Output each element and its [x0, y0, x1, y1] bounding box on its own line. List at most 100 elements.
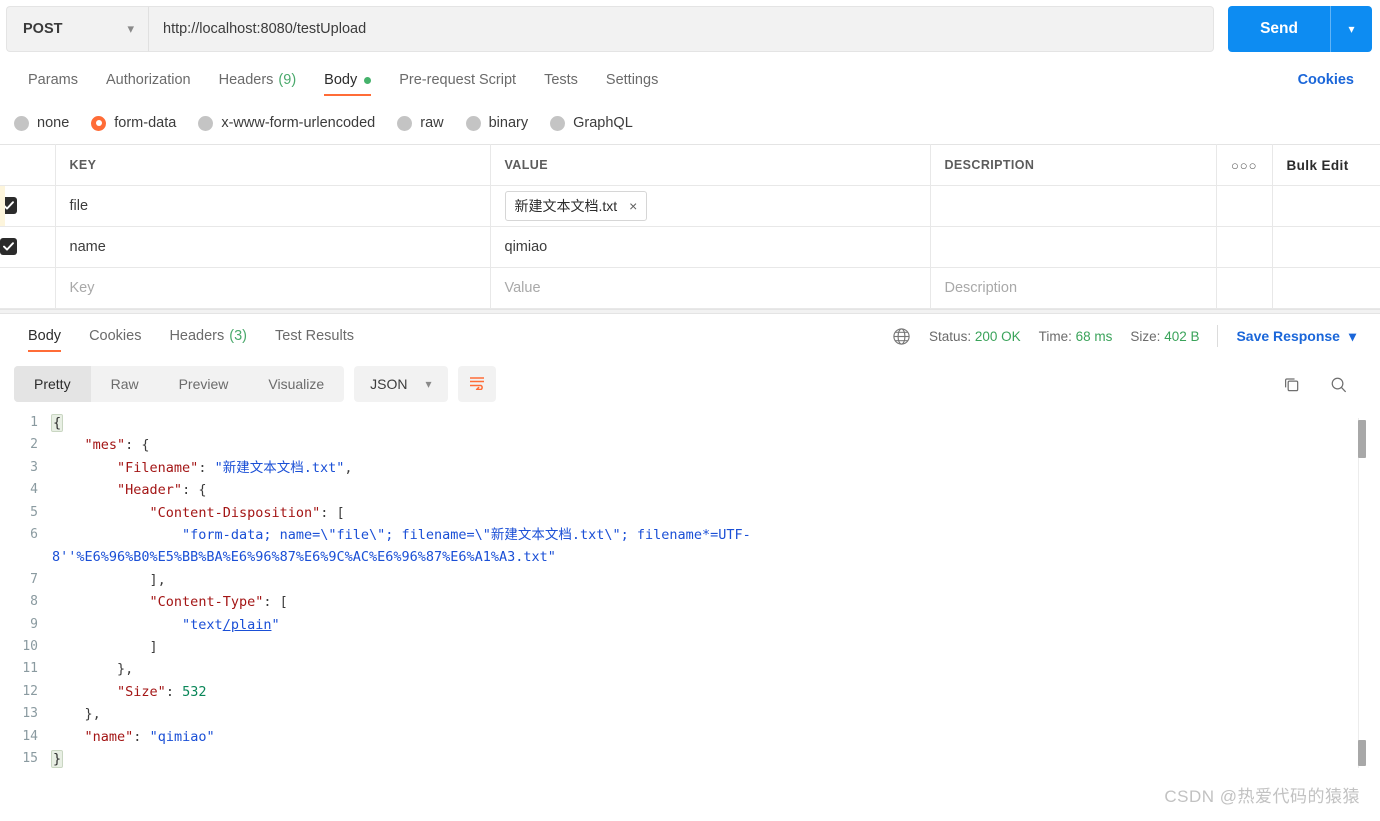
value-placeholder: Value: [504, 280, 541, 296]
row-key-cell[interactable]: name: [55, 226, 491, 268]
http-method-value: POST: [23, 21, 63, 37]
row-checkbox-cell: [0, 226, 56, 268]
code-line-text: "Content-Type": [: [149, 594, 288, 611]
view-mode-preview[interactable]: Preview: [159, 366, 249, 402]
row-checkbox[interactable]: [0, 197, 17, 214]
save-response-button[interactable]: Save Response ▾: [1236, 328, 1356, 345]
row-description-cell[interactable]: [930, 185, 1217, 227]
scrollbar-thumb[interactable]: [1358, 420, 1366, 458]
time-info: Time: 68 ms: [1039, 329, 1113, 344]
row-key-text: file: [69, 198, 89, 214]
view-mode-pretty[interactable]: Pretty: [14, 366, 91, 402]
copy-icon[interactable]: [1282, 375, 1301, 394]
tab-settings[interactable]: Settings: [592, 58, 672, 102]
send-options-chevron-icon[interactable]: ▾: [1330, 6, 1372, 52]
request-url-bar: POST ▾ http://localhost:8080/testUpload …: [0, 0, 1380, 58]
tab-label: Settings: [605, 72, 659, 88]
line-number: 13: [22, 706, 38, 722]
url-input[interactable]: http://localhost:8080/testUpload: [148, 6, 1215, 52]
code-line: 14 "name": "qimiao": [0, 726, 1380, 748]
row-options-cell[interactable]: [1216, 185, 1273, 227]
wrap-lines-button[interactable]: [457, 366, 496, 402]
http-method-select[interactable]: POST ▾: [6, 6, 148, 52]
header-key: KEY: [55, 144, 491, 186]
code-line: 9 "text/plain": [0, 614, 1380, 636]
response-tabs: Body Cookies Headers (3) Test Results St…: [0, 314, 1380, 358]
radio-label: none: [37, 115, 70, 131]
view-mode-visualize[interactable]: Visualize: [248, 366, 344, 402]
status-info: Status: 200 OK: [929, 329, 1021, 344]
table-header-row: KEY VALUE DESCRIPTION ○○○ Bulk Edit: [0, 144, 1380, 186]
tab-pre-request-script[interactable]: Pre-request Script: [385, 58, 530, 102]
row-value-cell[interactable]: 新建文本文档.txt ×: [490, 185, 931, 227]
request-tabs: Params Authorization Headers (9) Body Pr…: [0, 58, 1380, 102]
line-number: 1: [30, 415, 38, 430]
body-type-form-data[interactable]: form-data: [91, 115, 176, 131]
view-mode-segmented-control: Pretty Raw Preview Visualize: [14, 366, 345, 402]
tab-authorization[interactable]: Authorization: [92, 58, 205, 102]
row-value-cell[interactable]: qimiao: [490, 226, 931, 268]
code-line: 15}: [0, 748, 1380, 770]
view-mode-raw[interactable]: Raw: [91, 366, 159, 402]
empty-row-spacer-cell: [1272, 268, 1380, 309]
row-key-cell[interactable]: file: [55, 185, 491, 227]
status-label: Status:: [929, 328, 972, 344]
file-chip: 新建文本文档.txt ×: [504, 191, 648, 221]
row-checkbox[interactable]: [0, 238, 17, 255]
code-line: 13 },: [0, 703, 1380, 725]
line-number: 2: [30, 437, 38, 453]
code-scrollbar[interactable]: [1358, 418, 1366, 768]
table-options-button[interactable]: ○○○: [1216, 144, 1273, 186]
code-line-text: ]: [52, 639, 158, 656]
form-data-table: KEY VALUE DESCRIPTION ○○○ Bulk Edit file…: [0, 144, 1380, 309]
line-number: 8: [30, 594, 38, 610]
tab-tests[interactable]: Tests: [530, 58, 592, 102]
line-number: 5: [30, 504, 38, 520]
row-options-cell[interactable]: [1216, 226, 1273, 268]
code-line-text: "Header": {: [117, 482, 207, 499]
tab-body[interactable]: Body: [310, 58, 385, 102]
body-type-binary[interactable]: binary: [465, 115, 528, 131]
tab-params[interactable]: Params: [14, 58, 92, 102]
bulk-edit-button[interactable]: Bulk Edit: [1272, 145, 1380, 186]
row-spacer-cell: [1272, 227, 1380, 268]
code-line-text: ],: [52, 571, 166, 588]
cookies-link[interactable]: Cookies: [1298, 72, 1366, 88]
tab-headers[interactable]: Headers (9): [205, 58, 311, 102]
remove-file-icon[interactable]: ×: [629, 198, 637, 214]
body-type-none[interactable]: none: [14, 115, 69, 131]
response-tab-body[interactable]: Body: [14, 314, 75, 358]
body-type-graphql[interactable]: GraphQL: [550, 115, 633, 131]
row-description-cell[interactable]: [930, 226, 1217, 268]
empty-row-options-cell[interactable]: [1216, 267, 1273, 309]
response-tab-headers[interactable]: Headers (3): [155, 314, 261, 358]
description-placeholder: Description: [944, 280, 1018, 296]
radio-icon: [198, 115, 214, 131]
body-type-x-www-form-urlencoded[interactable]: x-www-form-urlencoded: [198, 115, 375, 131]
send-button-group: Send ▾: [1228, 6, 1372, 52]
response-body-json-viewer[interactable]: 1{2 "mes": {3 "Filename": "新建文本文档.txt", 4…: [0, 412, 1380, 772]
code-line-text: "Filename": "新建文本文档.txt",: [117, 459, 353, 476]
globe-icon[interactable]: [892, 327, 911, 346]
response-format-select[interactable]: JSON ▾: [354, 366, 448, 402]
tab-label: Cookies: [89, 328, 142, 344]
status-value: 200 OK: [974, 328, 1021, 344]
table-row: name qimiao: [0, 226, 1380, 268]
code-line-text: "Content-Disposition": [: [149, 504, 345, 521]
response-tab-cookies[interactable]: Cookies: [75, 314, 155, 358]
empty-description-input[interactable]: Description: [930, 267, 1217, 309]
empty-value-input[interactable]: Value: [490, 267, 931, 309]
tab-label: Headers: [218, 72, 274, 88]
response-tab-test-results[interactable]: Test Results: [261, 314, 368, 358]
empty-key-input[interactable]: Key: [55, 267, 491, 309]
line-number: 11: [22, 661, 38, 677]
line-number: 3: [30, 459, 38, 475]
row-value-text: qimiao: [504, 239, 548, 255]
body-type-raw[interactable]: raw: [397, 115, 444, 131]
radio-selected-icon: [91, 115, 107, 131]
radio-label: x-www-form-urlencoded: [221, 115, 376, 131]
scrollbar-thumb-secondary[interactable]: [1358, 740, 1366, 766]
send-button[interactable]: Send: [1228, 6, 1330, 52]
search-icon[interactable]: [1329, 375, 1348, 394]
code-line: 3 "Filename": "新建文本文档.txt",: [0, 457, 1380, 479]
